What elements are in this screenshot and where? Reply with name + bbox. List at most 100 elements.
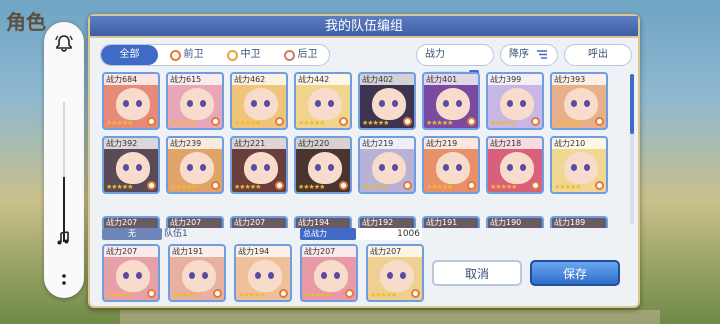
portrait-eye [251,100,257,107]
tab-rear[interactable]: 后卫 [272,45,329,65]
filter-row: 全部 前卫 中卫 后卫 战力 降序 呼出 [100,44,632,78]
character-portrait [372,152,406,184]
character-portrait [116,88,150,120]
character-portrait [500,88,534,120]
star-rating-icon: ★★★★★ [304,291,331,299]
character-card-partial[interactable]: 战力207 [230,216,288,228]
order-toggle-button[interactable]: 降序 [500,44,558,66]
portrait-eye [443,100,449,107]
portrait-eye [584,100,590,107]
portrait-eye [507,100,513,107]
character-card[interactable]: 战力221 ★★★★★ [230,136,288,194]
midguard-role-icon [226,49,238,61]
character-card[interactable]: 战力210 ★★★★★ [550,136,608,194]
character-card[interactable]: 战力615 ★★★★★ [166,72,224,130]
character-grid: 战力684 ★★★★★ 战力615 ★★★★★ 战力462 ★★★★★ 战力442 ★★★★★… [102,72,622,228]
grid-scrollbar[interactable] [630,74,634,224]
character-card[interactable]: 战力207 ★★★★★ [300,244,358,302]
more-icon[interactable] [44,272,84,291]
card-power-label: 战力401 [424,74,478,85]
cancel-button[interactable]: 取消 [432,260,522,286]
character-card[interactable]: 战力401 ★★★★★ [422,72,480,130]
card-power-label: 战力207 [302,246,356,257]
bell-icon[interactable] [44,34,84,56]
character-card[interactable]: 战力239 ★★★★★ [166,136,224,194]
character-card[interactable]: 战力219 ★★★★★ [422,136,480,194]
portrait-eye [379,100,385,107]
character-card[interactable]: 战力684 ★★★★★ [102,72,160,130]
star-rating-icon: ★★★★★ [426,183,453,191]
save-button[interactable]: 保存 [530,260,620,286]
portrait-eye [328,164,334,171]
character-portrait [116,152,150,184]
portrait-eye [315,164,321,171]
character-card-partial[interactable]: 战力192 [358,216,416,228]
character-card[interactable]: 战力220 ★★★★★ [294,136,352,194]
character-portrait [564,152,598,184]
character-portrait [372,88,406,120]
total-power-value: 1006 [356,228,422,240]
sort-by-power-button[interactable]: 战力 [416,44,494,78]
character-card-partial[interactable]: 战力207 [102,216,160,228]
role-icon [211,117,220,126]
role-icon [147,181,156,190]
star-rating-icon: ★★★★★ [238,291,265,299]
star-rating-icon: ★★★★★ [234,119,261,127]
character-portrait [116,260,150,292]
star-rating-icon: ★★★★★ [426,119,453,127]
character-card[interactable]: 战力392 ★★★★★ [102,136,160,194]
card-power-label: 战力221 [232,138,286,149]
character-card[interactable]: 战力207 ★★★★★ [102,244,160,302]
star-rating-icon: ★★★★★ [298,119,325,127]
character-card-partial[interactable]: 战力190 [486,216,544,228]
character-card[interactable]: 战力194 ★★★★★ [234,244,292,302]
role-icon [339,181,348,190]
star-rating-icon: ★★★★★ [362,119,389,127]
portrait-eye [321,272,327,279]
character-portrait [182,260,216,292]
tab-front[interactable]: 前卫 [158,45,215,65]
card-power-label: 战力239 [168,138,222,149]
star-rating-icon: ★★★★★ [554,119,581,127]
star-rating-icon: ★★★★★ [490,119,517,127]
portrait-eye [456,164,462,171]
star-rating-icon: ★★★★★ [362,183,389,191]
portrait-eye [187,100,193,107]
character-card[interactable]: 战力218 ★★★★★ [486,136,544,194]
tab-all[interactable]: 全部 [101,45,158,65]
dialog-title: 我的队伍编组 [90,16,638,38]
music-icon[interactable] [44,230,84,250]
portrait-eye [456,100,462,107]
portrait-eye [379,164,385,171]
callout-button[interactable]: 呼出 [564,44,632,66]
portrait-eye [400,272,406,279]
character-card-partial[interactable]: 战力207 [166,216,224,228]
character-card[interactable]: 战力219 ★★★★★ [358,136,416,194]
character-portrait [564,88,598,120]
character-card[interactable]: 战力442 ★★★★★ [294,72,352,130]
portrait-eye [443,164,449,171]
character-card-partial[interactable]: 战力191 [422,216,480,228]
star-rating-icon: ★★★★★ [554,183,581,191]
character-portrait [380,260,414,292]
total-power-label: 总战力 [300,228,356,240]
character-card[interactable]: 战力207 ★★★★★ [366,244,424,302]
portrait-eye [264,100,270,107]
card-power-label: 战力462 [232,74,286,85]
star-rating-icon: ★★★★★ [298,183,325,191]
character-card[interactable]: 战力191 ★★★★★ [168,244,226,302]
side-control-bar [44,22,84,298]
role-icon [531,117,540,126]
grid-scroll-thumb[interactable] [630,74,634,134]
character-card-partial[interactable]: 战力189 [550,216,608,228]
tab-middle[interactable]: 中卫 [215,45,272,65]
card-power-label: 战力191 [170,246,224,257]
star-rating-icon: ★★★★★ [106,183,133,191]
character-card[interactable]: 战力399 ★★★★★ [486,72,544,130]
portrait-eye [571,164,577,171]
character-card-partial[interactable]: 战力194 [294,216,352,228]
character-card[interactable]: 战力462 ★★★★★ [230,72,288,130]
character-card[interactable]: 战力393 ★★★★★ [550,72,608,130]
rearguard-role-icon [283,49,295,61]
character-card[interactable]: 战力402 ★★★★★ [358,72,416,130]
